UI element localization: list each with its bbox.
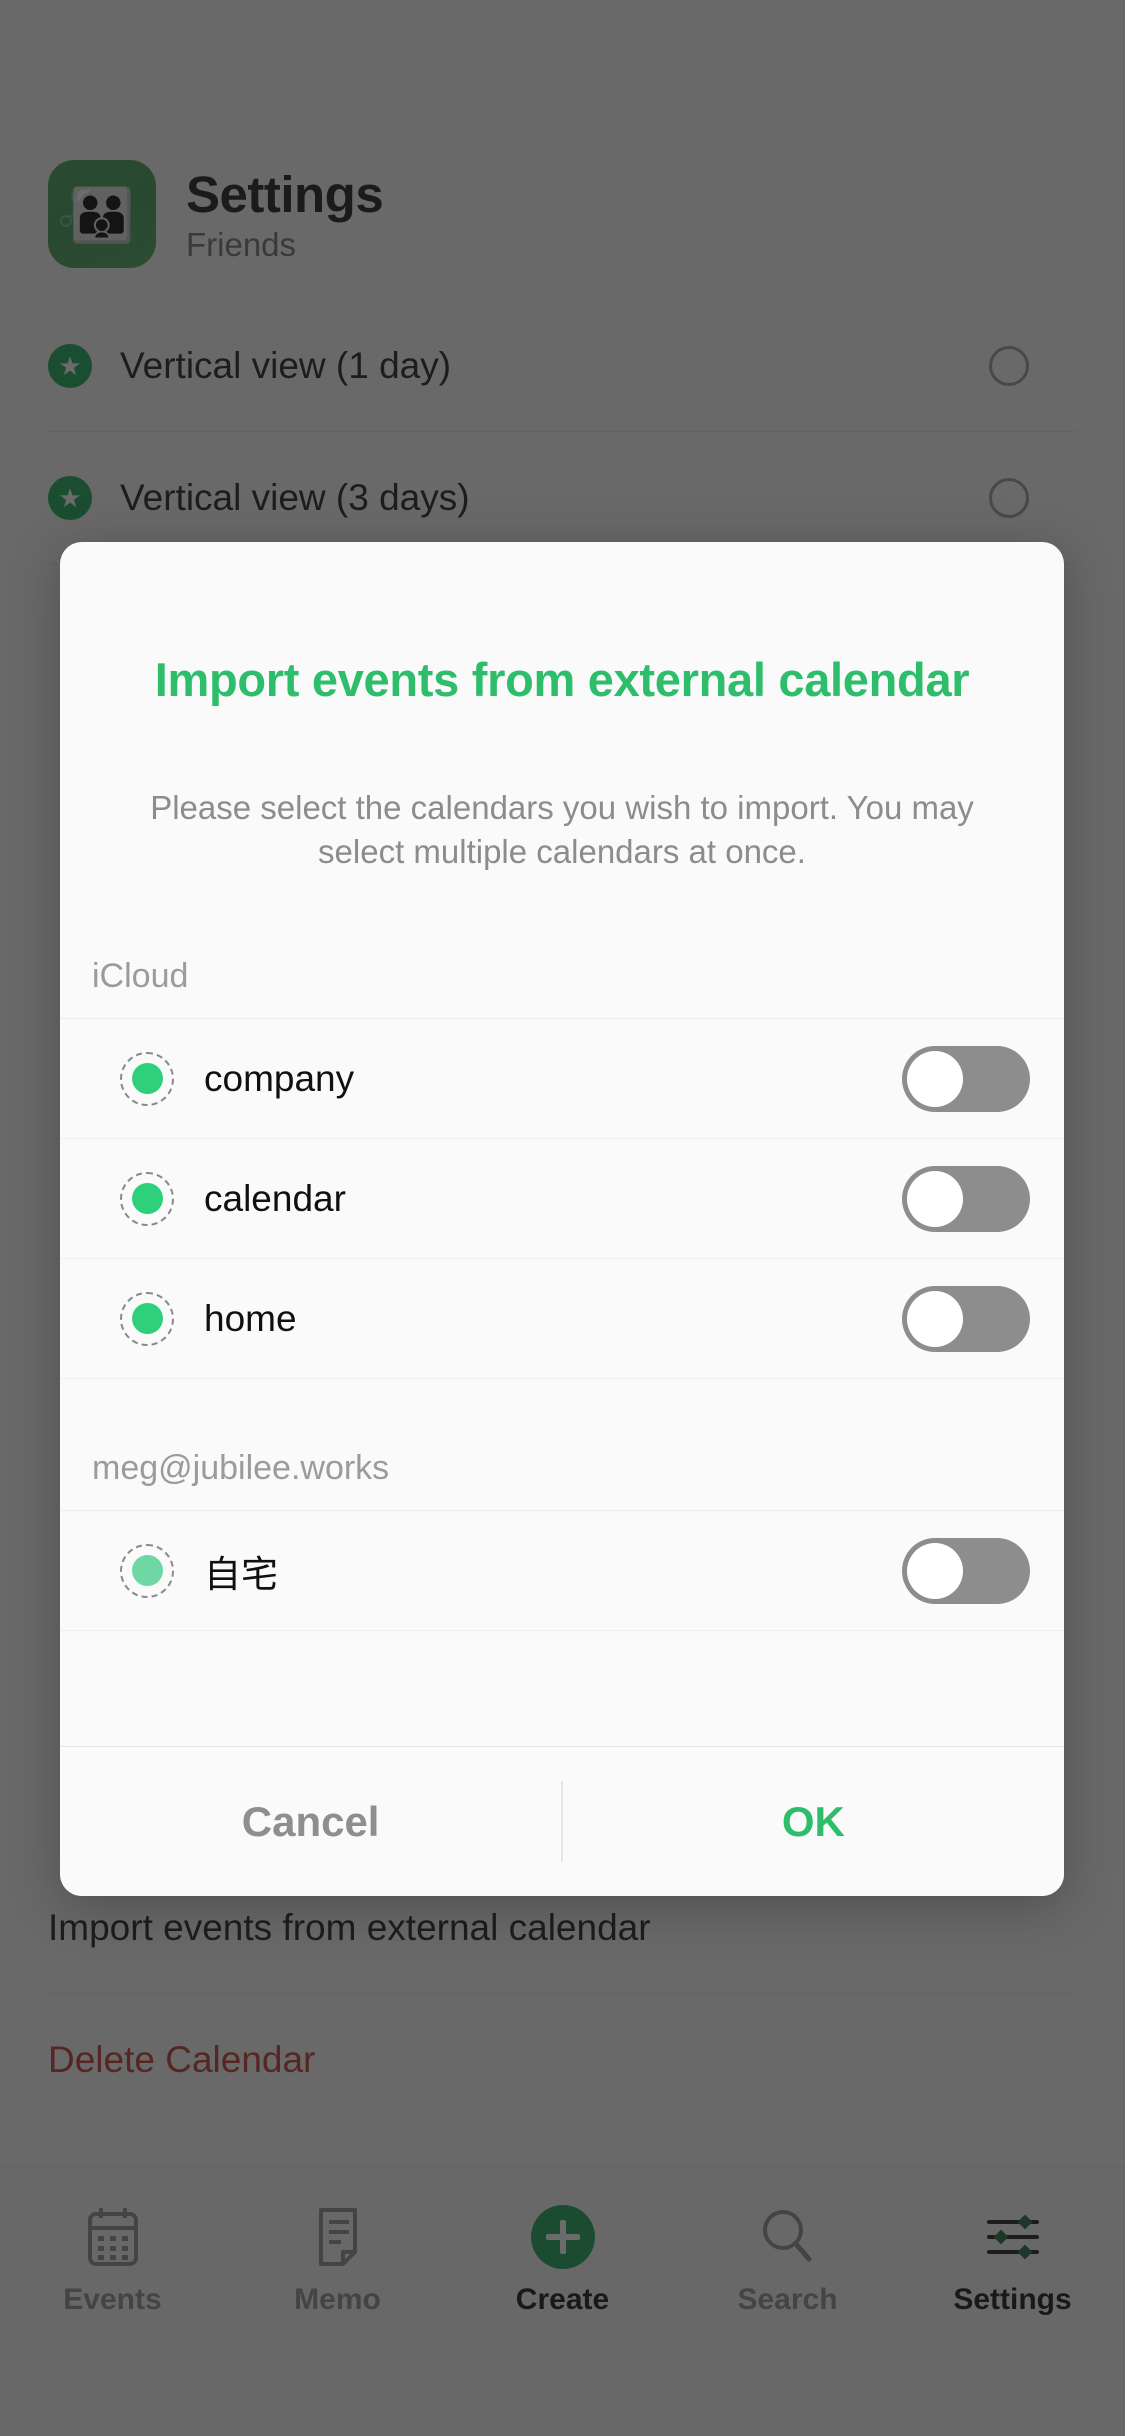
calendar-name: calendar bbox=[204, 1178, 902, 1220]
calendar-row-jitaku[interactable]: 自宅 bbox=[60, 1511, 1064, 1631]
ok-button[interactable]: OK bbox=[563, 1747, 1064, 1896]
calendar-list-scroll[interactable]: iCloud company calendar home meg@jubilee… bbox=[60, 935, 1064, 1746]
calendar-name: company bbox=[204, 1058, 902, 1100]
group-header-icloud: iCloud bbox=[60, 935, 1064, 1019]
dialog-description: Please select the calendars you wish to … bbox=[118, 786, 1006, 873]
dialog-action-bar: Cancel OK bbox=[60, 1746, 1064, 1896]
calendar-name: 自宅 bbox=[204, 1544, 902, 1598]
calendar-toggle-company[interactable] bbox=[902, 1046, 1030, 1112]
calendar-color-dot-icon bbox=[120, 1052, 174, 1106]
calendar-color-dot-icon bbox=[120, 1172, 174, 1226]
calendar-row-company[interactable]: company bbox=[60, 1019, 1064, 1139]
cancel-button[interactable]: Cancel bbox=[60, 1747, 561, 1896]
calendar-color-dot-icon bbox=[120, 1292, 174, 1346]
calendar-row-calendar[interactable]: calendar bbox=[60, 1139, 1064, 1259]
dialog-title: Import events from external calendar bbox=[120, 650, 1004, 710]
calendar-row-home[interactable]: home bbox=[60, 1259, 1064, 1379]
calendar-name: home bbox=[204, 1298, 902, 1340]
calendar-toggle-jitaku[interactable] bbox=[902, 1538, 1030, 1604]
import-calendar-dialog: Import events from external calendar Ple… bbox=[60, 542, 1064, 1896]
calendar-color-dot-icon bbox=[120, 1544, 174, 1598]
phone-screen: 👪 Settings Friends ★ Vertical view (1 da… bbox=[0, 0, 1125, 2436]
group-header-email: meg@jubilee.works bbox=[60, 1427, 1064, 1511]
calendar-toggle-calendar[interactable] bbox=[902, 1166, 1030, 1232]
calendar-toggle-home[interactable] bbox=[902, 1286, 1030, 1352]
